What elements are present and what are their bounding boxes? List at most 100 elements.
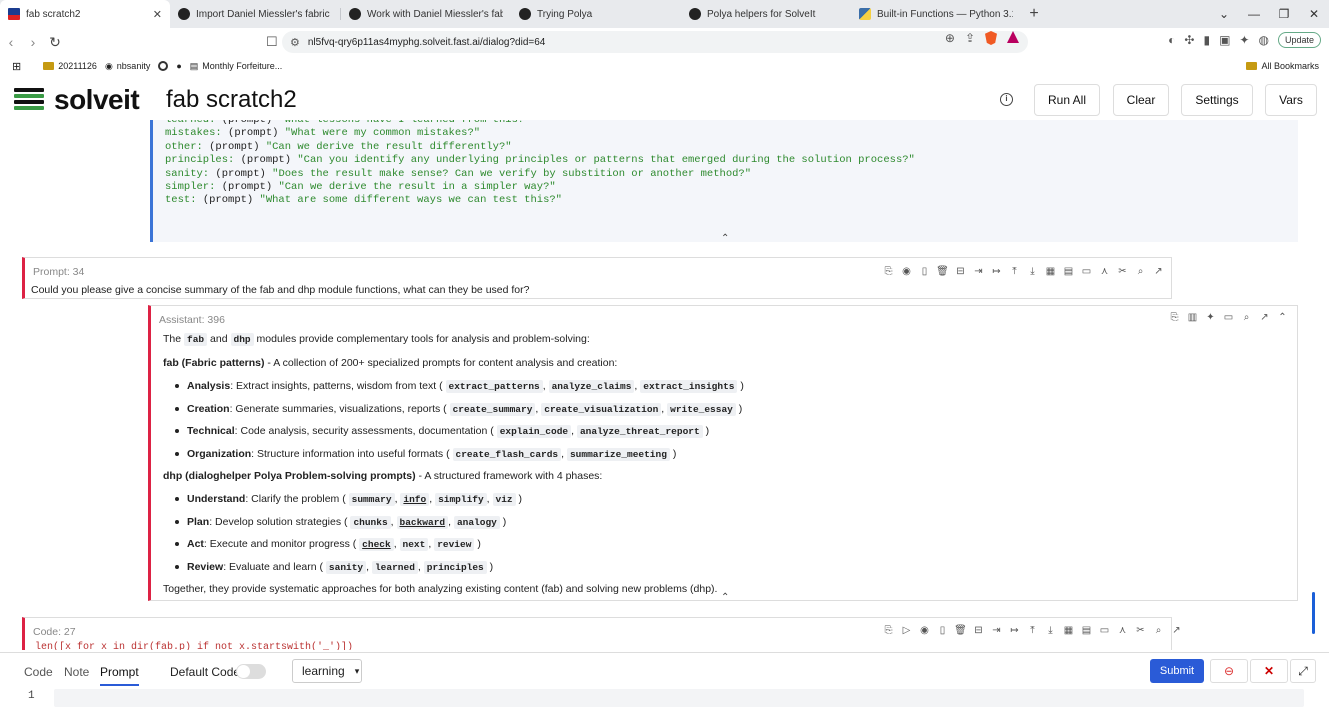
url-field[interactable]: ⚙ nl5fvq-qry6p11as4myphg.solveit.fast.ai… [282,31,1028,53]
chevron-down-icon[interactable]: ⌄ [1209,0,1239,28]
open-external-icon[interactable]: ↗ [1153,266,1164,277]
browser-tab[interactable]: Trying Polya [511,0,681,28]
back-button[interactable]: ‹ [0,34,22,50]
comment-icon[interactable]: ▭ [1223,312,1234,323]
sparkle-icon[interactable]: ✦ [1205,312,1216,323]
delete-icon[interactable]: 🗑 [954,625,967,636]
prompt-editor[interactable] [54,689,1304,707]
split-icon[interactable]: ⊟ [955,266,966,277]
close-icon[interactable]: ✕ [1250,659,1288,683]
close-icon[interactable]: ✕ [153,8,162,21]
stop-icon[interactable]: ⊖ [1210,659,1248,683]
pin-icon[interactable]: ⋏ [1117,625,1128,636]
browser-tab[interactable]: Import Daniel Miessler's fabric promp [170,0,340,28]
settings-button[interactable]: Settings [1181,84,1253,116]
tab-note[interactable]: Note [64,665,89,679]
export-icon[interactable]: ▦ [1063,625,1074,636]
browser-tab[interactable]: Work with Daniel Miessler's fabric in [341,0,511,28]
dialog-title[interactable]: fab scratch2 [166,86,297,114]
notes-icon[interactable]: ▤ [1081,625,1092,636]
search-icon[interactable]: ⌕ [1241,312,1252,323]
move-top-icon[interactable]: ⤒ [1027,625,1038,636]
sidebar-icon[interactable]: ▮ [1203,33,1210,47]
mode-select[interactable]: learning ▾ [292,659,362,683]
brave-shield-icon[interactable] [985,31,997,45]
new-tab-button[interactable]: + [1021,0,1047,28]
copy-icon[interactable]: ⎘ [883,625,894,636]
tab-prompt[interactable]: Prompt [100,665,139,686]
move-bottom-icon[interactable]: ⤓ [1045,625,1056,636]
forward-button[interactable]: › [22,34,44,50]
github-icon[interactable]: ● [176,61,181,71]
search-icon[interactable]: ⌕ [1153,625,1164,636]
move-top-icon[interactable]: ⤒ [1009,266,1020,277]
open-external-icon[interactable]: ↗ [1171,625,1182,636]
ai-icon[interactable]: ✦ [1239,33,1249,47]
copy-icon[interactable]: ⎘ [883,266,894,277]
all-bookmarks[interactable]: All Bookmarks [1246,61,1319,71]
unpin-icon[interactable]: ✂ [1135,625,1146,636]
chevron-up-icon[interactable]: ⌃ [721,592,729,603]
default-code-toggle[interactable] [236,664,266,679]
run-all-button[interactable]: Run All [1034,84,1100,116]
bookmark-folder[interactable]: 20211126 [43,61,97,71]
browser-tab[interactable]: fab scratch2 ✕ [0,0,170,28]
expand-icon[interactable]: ⤢ [1290,659,1316,683]
wallet-icon[interactable]: ▣ [1219,33,1230,47]
chevron-up-icon[interactable]: ⌃ [721,233,729,244]
bookmark-icon[interactable]: ▯ [919,266,930,277]
scrollbar-thumb[interactable] [1312,592,1315,634]
extension-icon[interactable]: ◐ [1168,33,1175,47]
minimize-button[interactable]: — [1239,0,1269,28]
open-external-icon[interactable]: ↗ [1259,312,1270,323]
reload-icon[interactable]: ↻ [44,34,66,51]
copy-icon[interactable]: ⎘ [1169,312,1180,323]
vpn-icon[interactable]: ◍ [1258,33,1268,47]
bookmark-icon[interactable]: ☐ [266,34,278,50]
notes-icon[interactable]: ▤ [1063,266,1074,277]
code-key: sanity: [165,167,216,180]
browser-tab[interactable]: Polya helpers for SolveIt [681,0,851,28]
site-settings-icon[interactable]: ⚙ [290,36,300,49]
bookmark-item[interactable]: ▤ Monthly Forfeiture... [190,61,283,72]
bookmark-item[interactable]: ◉ nbsanity [105,61,150,72]
eye-icon[interactable]: ◉ [901,266,912,277]
submit-button[interactable]: Submit [1150,659,1204,683]
bookmark-icon[interactable]: ▯ [937,625,948,636]
browser-tab[interactable]: Built-in Functions — Python 3.10.17 d [851,0,1021,28]
apps-icon[interactable]: ⊞ [12,60,21,73]
vars-button[interactable]: Vars [1265,84,1317,116]
collapse-icon[interactable]: ⌃ [1277,312,1288,323]
rewards-icon[interactable] [1007,31,1019,43]
move-bottom-icon[interactable]: ⤓ [1027,266,1038,277]
search-icon[interactable]: ⌕ [1135,266,1146,277]
unpin-icon[interactable]: ✂ [1117,266,1128,277]
prompt-text[interactable]: Could you please give a concise summary … [31,284,529,296]
assistant-cell[interactable]: Assistant: 396 ⎘ ▥ ✦ ▭ ⌕ ↗ ⌃ The fab and… [148,305,1298,601]
restore-button[interactable]: ❐ [1269,0,1299,28]
eye-icon[interactable]: ◉ [919,625,930,636]
tab-code[interactable]: Code [24,665,53,679]
zoom-icon[interactable]: ⊕ [945,31,955,45]
code-cell[interactable]: Code: 27 ⎘ ▷ ◉ ▯ 🗑 ⊟ ⇥ ↦ ⤒ ⤓ ▦ ▤ ▭ ⋏ ✂ ⌕… [22,617,1181,650]
puzzle-icon[interactable]: ✣ [1184,33,1194,47]
split-icon[interactable]: ⊟ [973,625,984,636]
prompt-cell[interactable]: Prompt: 34 ⎘ ◉ ▯ 🗑 ⊟ ⇥ ↦ ⤒ ⤓ ▦ ▤ ▭ ⋏ ✂ ⌕… [22,257,1172,299]
move-out-icon[interactable]: ↦ [1009,625,1020,636]
delete-icon[interactable]: 🗑 [936,266,949,277]
close-window-button[interactable]: ✕ [1299,0,1329,28]
globe-icon[interactable] [158,61,169,71]
run-icon[interactable]: ▷ [901,625,912,636]
comment-icon[interactable]: ▭ [1081,266,1092,277]
move-in-icon[interactable]: ⇥ [973,266,984,277]
move-out-icon[interactable]: ↦ [991,266,1002,277]
info-icon[interactable]: i [1000,93,1013,106]
clear-button[interactable]: Clear [1113,84,1169,116]
comment-icon[interactable]: ▭ [1099,625,1110,636]
clipboard-icon[interactable]: ▥ [1187,312,1198,323]
move-in-icon[interactable]: ⇥ [991,625,1002,636]
update-button[interactable]: Update [1277,32,1321,48]
share-icon[interactable]: ⇪ [965,31,975,45]
pin-icon[interactable]: ⋏ [1099,266,1110,277]
export-icon[interactable]: ▦ [1045,266,1056,277]
